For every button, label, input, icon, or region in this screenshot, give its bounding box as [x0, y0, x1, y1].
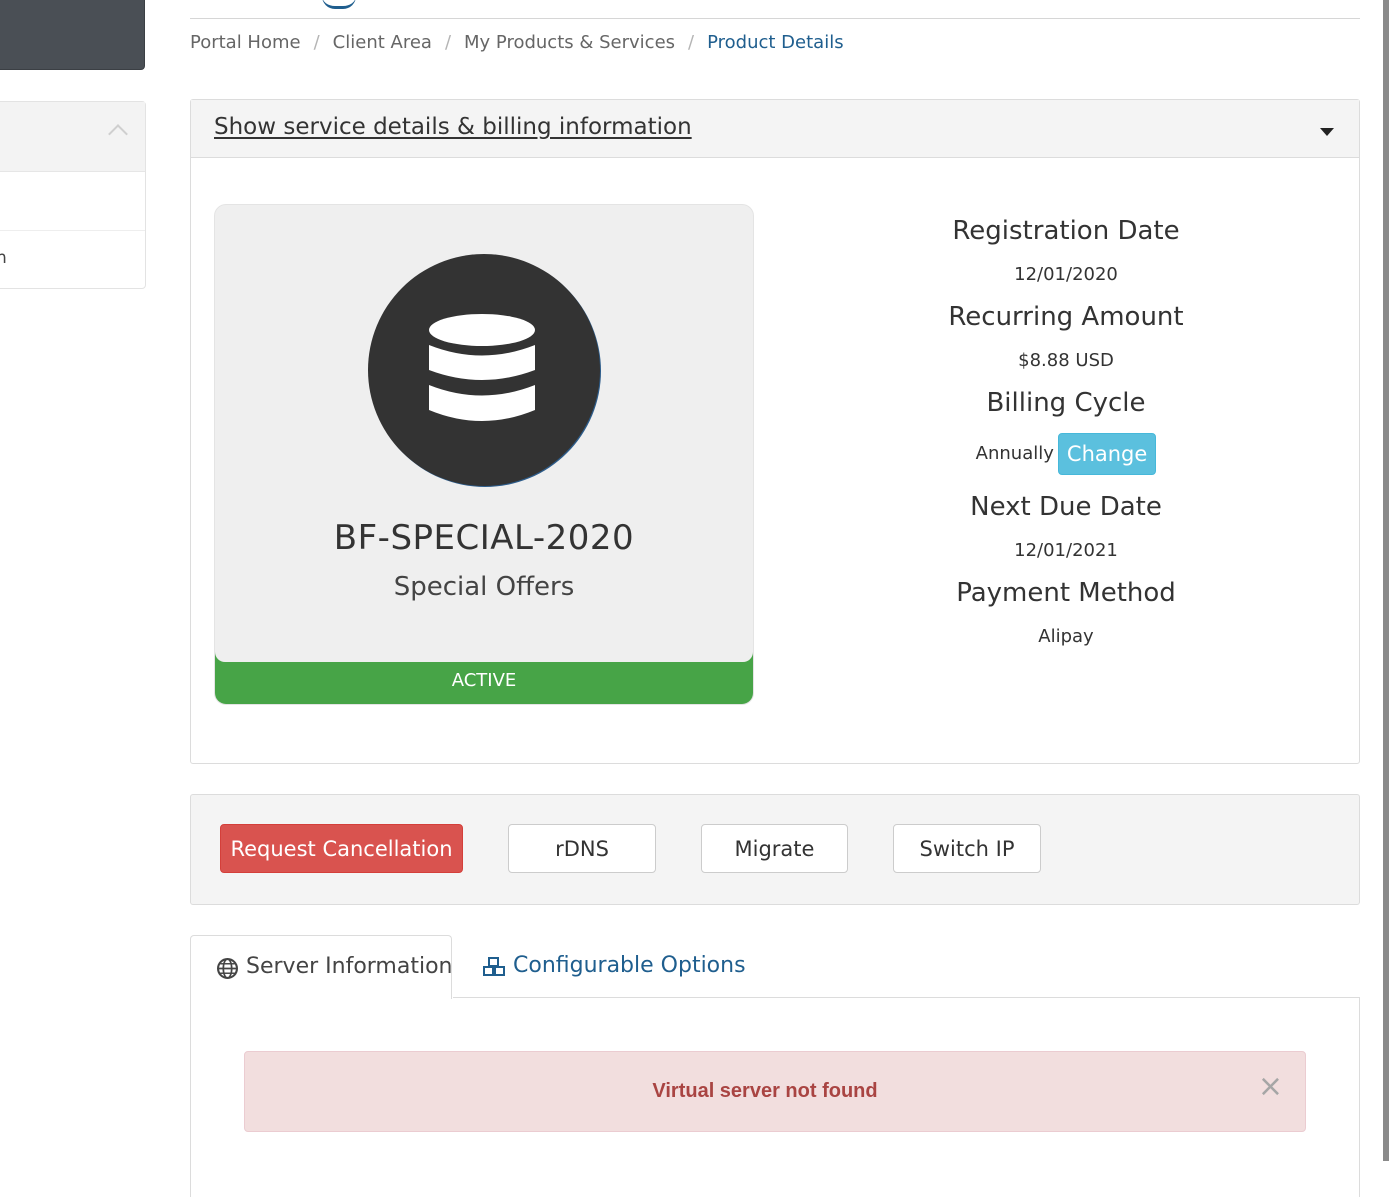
- sidebar-header-block: [0, 0, 145, 70]
- breadcrumb-my-products[interactable]: My Products & Services: [464, 32, 675, 53]
- change-billing-cycle-button[interactable]: Change: [1057, 433, 1157, 475]
- payment-method-label: Payment Method: [956, 578, 1176, 608]
- tab-server-information-label[interactable]: Server Information: [246, 954, 453, 979]
- tab-configurable-options[interactable]: Configurable Options: [482, 935, 746, 997]
- recurring-amount-value: $8.88 USD: [1018, 350, 1114, 371]
- billing-cycle-label: Billing Cycle: [986, 388, 1146, 418]
- product-name: BF-SPECIAL-2020: [333, 518, 635, 558]
- status-bar-cap: [215, 652, 753, 662]
- breadcrumb-product-details: Product Details: [707, 32, 844, 53]
- next-due-date-value: 12/01/2021: [1014, 540, 1118, 561]
- registration-date-value: 12/01/2020: [1014, 264, 1118, 285]
- switch-ip-button[interactable]: Switch IP: [893, 824, 1041, 873]
- sidebar-panel: [0, 101, 146, 289]
- request-cancellation-button[interactable]: Request Cancellation: [220, 824, 463, 873]
- show-service-details-link[interactable]: Show service details & billing informati…: [214, 114, 692, 140]
- action-bar: Request Cancellation rDNS Migrate Switch…: [190, 794, 1360, 905]
- sidebar-panel-header[interactable]: [0, 102, 145, 172]
- billing-cycle-value: Annually: [975, 443, 1054, 464]
- close-icon[interactable]: ×: [1258, 1072, 1283, 1102]
- scrollbar-edge: [1383, 0, 1389, 1161]
- page-title-fragment: [322, 0, 356, 9]
- next-due-date-label: Next Due Date: [970, 492, 1162, 522]
- recurring-amount-label: Recurring Amount: [948, 302, 1184, 332]
- caret-down-icon[interactable]: [1320, 128, 1334, 136]
- product-icon: [368, 254, 600, 486]
- sidebar-item-label[interactable]: n: [0, 248, 7, 268]
- service-details-header[interactable]: Show service details & billing informati…: [191, 100, 1359, 158]
- breadcrumb-client-area[interactable]: Client Area: [333, 32, 432, 53]
- registration-date-label: Registration Date: [952, 216, 1180, 246]
- tab-server-information[interactable]: Server Information: [190, 935, 453, 999]
- alert-message: Virtual server not found: [652, 1080, 878, 1102]
- payment-method-value: Alipay: [1038, 626, 1094, 647]
- header-divider: [190, 18, 1360, 19]
- breadcrumb-separator: /: [688, 32, 695, 53]
- globe-icon: [217, 958, 238, 979]
- breadcrumb-separator: /: [313, 32, 320, 53]
- product-card: BF-SPECIAL-2020 Special Offers ACTIVE: [214, 204, 754, 705]
- cubes-icon: [483, 957, 505, 976]
- migrate-button[interactable]: Migrate: [701, 824, 848, 873]
- breadcrumb-portal-home[interactable]: Portal Home: [190, 32, 301, 53]
- billing-cycle-row: Annually Change: [811, 433, 1321, 475]
- tab-configurable-options-label[interactable]: Configurable Options: [513, 953, 746, 978]
- sidebar-item[interactable]: [0, 172, 145, 231]
- rdns-button[interactable]: rDNS: [508, 824, 656, 873]
- breadcrumb-separator: /: [444, 32, 452, 53]
- error-alert: Virtual server not found ×: [244, 1051, 1306, 1132]
- product-group: Special Offers: [393, 572, 575, 602]
- breadcrumb: Portal Home / Client Area / My Products & Se…: [190, 32, 844, 53]
- chevron-up-icon[interactable]: [108, 124, 128, 144]
- database-icon: [429, 314, 535, 421]
- service-details-panel: Show service details & billing informati…: [190, 99, 1360, 764]
